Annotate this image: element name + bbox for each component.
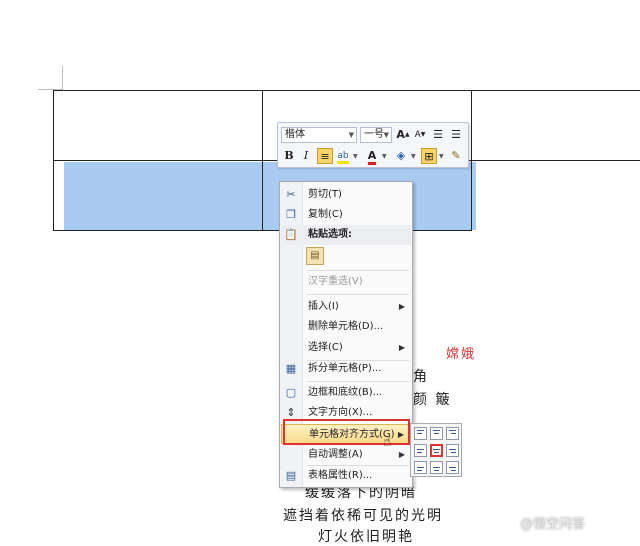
poem-line: 灯火依旧明艳 (318, 529, 414, 545)
chevron-down-icon[interactable]: ▼ (411, 153, 416, 160)
align-middle-center-button[interactable] (430, 444, 443, 457)
decrease-indent-icon: ☰ (433, 128, 443, 141)
menu-item-split-cells[interactable]: ▦ 拆分单元格(P)... (281, 359, 411, 379)
watermark: @悟空问答 (520, 517, 586, 532)
margin-corner-mark (62, 66, 63, 90)
table-properties-icon: ▤ (285, 469, 297, 482)
submenu-arrow-icon: ▶ (398, 450, 405, 459)
chevron-down-icon[interactable]: ▼ (439, 153, 444, 160)
borders-icon: ⊞ (424, 150, 434, 163)
menu-item-paste-options: 📋 粘贴选项: (281, 225, 411, 245)
clipboard-icon: ▤ (310, 250, 320, 261)
grow-font-button[interactable]: A▲ (395, 127, 411, 143)
increase-indent-icon: ☰ (451, 128, 461, 141)
align-top-left-button[interactable] (414, 427, 427, 440)
chevron-down-icon[interactable]: ▼ (353, 153, 358, 160)
borders-button[interactable]: ⊞ (421, 148, 437, 164)
chevron-down-icon: ▼ (383, 131, 389, 139)
center-align-icon: ≡ (320, 150, 330, 163)
menu-item-label: 边框和底纹(B)... (308, 387, 383, 398)
paste-icon: 📋 (284, 228, 298, 241)
format-painter-icon: ✎ (451, 149, 461, 162)
menu-item-table-properties[interactable]: ▤ 表格属性(R)... (281, 466, 411, 486)
font-color-icon: A (367, 149, 377, 165)
menu-item-label: 复制(C) (308, 209, 343, 220)
paint-bucket-icon: ◈ (396, 149, 406, 162)
bold-button[interactable]: B (281, 148, 297, 164)
chevron-down-icon: ▼ (348, 131, 354, 139)
highlighter-icon: ab (337, 151, 349, 164)
poem-line: 角 (413, 369, 429, 385)
menu-item-label: 自动调整(A) (308, 449, 363, 460)
align-top-right-button[interactable] (446, 427, 459, 440)
menu-item-insert[interactable]: 插入(I) ▶ (281, 297, 411, 317)
copy-icon: ❐ (286, 208, 296, 221)
shrink-font-button[interactable]: A▼ (412, 127, 428, 143)
format-painter-button[interactable]: ✎ (448, 148, 464, 164)
poem-line: 颜 簸 (413, 392, 452, 408)
menu-item-label: 表格属性(R)... (308, 470, 373, 481)
font-size-combo[interactable]: 一号 ▼ (360, 127, 392, 143)
menu-item-label: 汉字重选(V) (308, 276, 363, 287)
center-align-button[interactable]: ≡ (317, 148, 333, 164)
text-direction-icon: ⇕ (286, 406, 296, 419)
menu-item-label: 拆分单元格(P)... (308, 363, 382, 374)
chevron-down-icon[interactable]: ▼ (382, 153, 387, 160)
align-middle-right-button[interactable] (446, 444, 459, 457)
align-bottom-center-button[interactable] (430, 461, 443, 474)
cell-alignment-submenu (410, 423, 462, 477)
paste-keep-format-button[interactable]: ▤ (306, 247, 324, 265)
font-name-combo[interactable]: 楷体 ▼ (281, 127, 357, 143)
align-top-center-button[interactable] (430, 427, 443, 440)
scissors-icon: ✂ (286, 188, 296, 201)
align-bottom-right-button[interactable] (446, 461, 459, 474)
grow-font-icon: A (396, 128, 405, 141)
borders-icon: ▢ (285, 386, 297, 399)
menu-separator (307, 294, 409, 295)
menu-item-cut[interactable]: ✂ 剪切(T) (281, 185, 411, 205)
poem-line: 遮挡着依稀可见的光明 (283, 508, 443, 524)
menu-item-label: 插入(I) (308, 301, 339, 312)
submenu-arrow-icon: ▶ (398, 343, 405, 352)
menu-item-label: 剪切(T) (308, 189, 342, 200)
decrease-indent-button[interactable]: ☰ (430, 127, 446, 143)
menu-item-label: 粘贴选项: (308, 229, 352, 240)
font-color-button[interactable]: A (364, 148, 380, 165)
font-size-value: 一号 (364, 129, 384, 140)
split-cells-icon: ▦ (285, 362, 297, 375)
menu-item-delete-cells[interactable]: 删除单元格(D)... (281, 317, 411, 337)
menu-item-reconversion[interactable]: 汉字重选(V) (281, 272, 411, 292)
poem-title: 嫦娥 (446, 347, 477, 362)
align-bottom-left-button[interactable] (414, 461, 427, 474)
menu-item-copy[interactable]: ❐ 复制(C) (281, 205, 411, 225)
mini-toolbar: 楷体 ▼ 一号 ▼ A▲ A▼ ☰ ☰ B I ≡ ab ▼ A ▼ ◈ ▼ ⊞… (277, 122, 469, 168)
menu-item-label: 选择(C) (308, 342, 343, 353)
mouse-pointer-icon: ☝ (383, 434, 392, 450)
italic-button[interactable]: I (298, 148, 314, 164)
menu-item-select[interactable]: 选择(C) ▶ (281, 338, 411, 358)
shading-button[interactable]: ◈ (393, 148, 409, 164)
menu-separator (307, 270, 409, 271)
font-name-value: 楷体 (285, 129, 305, 140)
menu-item-label: 删除单元格(D)... (308, 321, 384, 332)
increase-indent-button[interactable]: ☰ (448, 127, 464, 143)
menu-item-borders-shading[interactable]: ▢ 边框和底纹(B)... (281, 383, 411, 403)
align-middle-left-button[interactable] (414, 444, 427, 457)
highlight-button[interactable]: ab (335, 148, 351, 164)
menu-separator (307, 381, 409, 382)
submenu-arrow-icon: ▶ (398, 302, 405, 311)
